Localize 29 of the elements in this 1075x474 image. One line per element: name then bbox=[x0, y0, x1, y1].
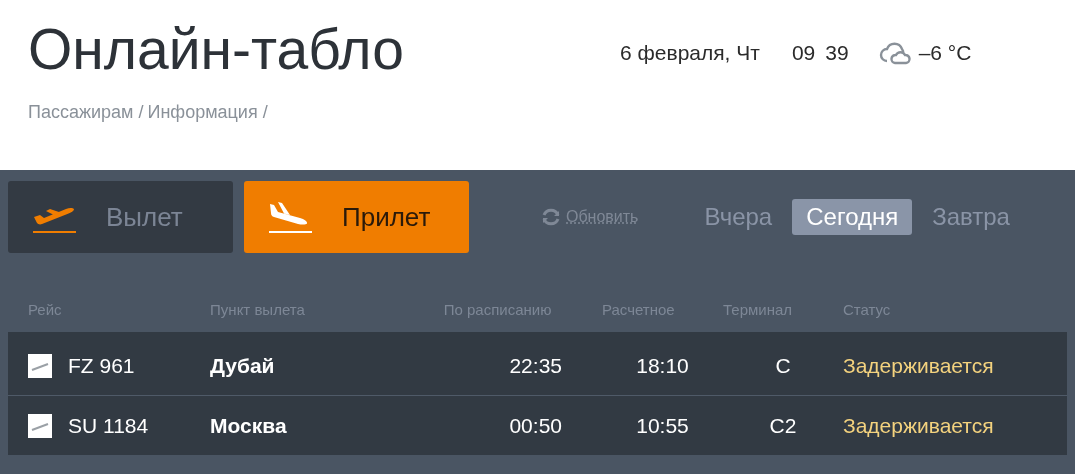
cloud-icon bbox=[878, 41, 913, 65]
day-tab[interactable]: Вчера bbox=[690, 199, 787, 235]
terminal: C2 bbox=[769, 413, 797, 437]
refresh-icon bbox=[540, 206, 562, 228]
breadcrumb-link[interactable]: Пассажирам / bbox=[28, 102, 144, 123]
breadcrumb-link[interactable]: Информация / bbox=[147, 102, 268, 123]
flight-status: Задерживается bbox=[842, 353, 994, 377]
clock-hours: 09 bbox=[791, 41, 816, 65]
clock-minutes: 39 bbox=[825, 41, 849, 65]
airline-logo-icon bbox=[28, 413, 52, 438]
city-name: Дубай bbox=[210, 353, 275, 377]
scheduled-time: 22:35 bbox=[509, 353, 562, 377]
city-name: Москва bbox=[210, 413, 287, 437]
temperature: –6 °C bbox=[918, 41, 972, 65]
day-tab[interactable]: Сегодня bbox=[792, 199, 913, 235]
flight-number: SU 1184 bbox=[68, 413, 149, 438]
scheduled-time: 00:50 bbox=[509, 413, 562, 437]
direction-tab[interactable]: Прилет bbox=[244, 181, 469, 253]
page-title: Онлайн-табло bbox=[28, 16, 405, 83]
date-label: 6 февраля, Чт bbox=[620, 41, 760, 65]
flight-number: FZ 961 bbox=[68, 353, 135, 378]
airline-logo-icon bbox=[28, 353, 52, 378]
terminal: C bbox=[775, 353, 791, 377]
flight-status: Задерживается bbox=[842, 413, 994, 437]
estimated-time: 18:10 bbox=[636, 353, 689, 377]
estimated-time: 10:55 bbox=[636, 413, 689, 437]
landing-icon bbox=[266, 200, 314, 234]
direction-tab[interactable]: Вылет bbox=[8, 181, 233, 253]
day-tab[interactable]: Завтра bbox=[918, 199, 1024, 235]
